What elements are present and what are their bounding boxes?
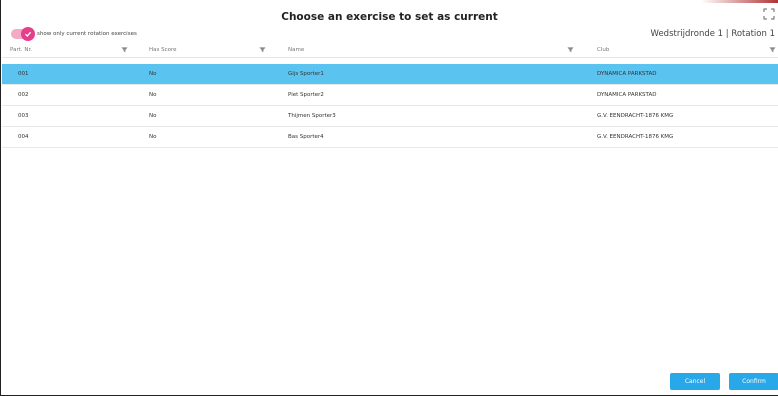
table-row[interactable]: 001 No Gijs Sporter1 DYNAMICA PARKSTAD bbox=[2, 64, 778, 85]
name-cell: Bas Sporter4 bbox=[288, 134, 324, 140]
part-nr-cell: 001 bbox=[18, 71, 29, 77]
table-row[interactable]: 002 No Piet Sporter2 DYNAMICA PARKSTAD bbox=[2, 85, 778, 106]
filter-icon[interactable] bbox=[567, 46, 574, 53]
has-score-cell: No bbox=[149, 71, 157, 77]
has-score-cell: No bbox=[149, 134, 157, 140]
club-cell: DYNAMICA PARKSTAD bbox=[597, 71, 657, 77]
part-nr-cell: 002 bbox=[18, 92, 29, 98]
club-cell: G.V. EENDRACHT-1876 KMG bbox=[597, 113, 674, 119]
has-score-cell: No bbox=[149, 92, 157, 98]
filter-icon[interactable] bbox=[121, 46, 128, 53]
rotation-filter-toggle-row: show only current rotation exercises bbox=[11, 27, 137, 41]
name-cell: Thijmen Sporter3 bbox=[288, 113, 336, 119]
top-border bbox=[1, 0, 778, 3]
name-cell: Piet Sporter2 bbox=[288, 92, 324, 98]
dialog-title: Choose an exercise to set as current bbox=[281, 11, 498, 23]
cancel-button[interactable]: Cancel bbox=[670, 373, 720, 390]
exercise-dialog: Choose an exercise to set as current sho… bbox=[0, 0, 778, 396]
column-header-club[interactable]: Club bbox=[597, 43, 609, 57]
toggle-knob bbox=[21, 27, 35, 41]
has-score-cell: No bbox=[149, 113, 157, 119]
club-cell: DYNAMICA PARKSTAD bbox=[597, 92, 657, 98]
filter-icon[interactable] bbox=[259, 46, 266, 53]
table-header: Part. Nr. Has Score Name Club bbox=[2, 43, 778, 58]
toggle-label: show only current rotation exercises bbox=[37, 31, 137, 37]
rotation-filter-toggle[interactable] bbox=[11, 27, 35, 41]
confirm-button[interactable]: Confirm bbox=[729, 373, 778, 390]
expand-icon[interactable] bbox=[763, 8, 775, 20]
name-cell: Gijs Sporter1 bbox=[288, 71, 324, 77]
rotation-context: Wedstrijdronde 1 | Rotation 1 bbox=[650, 29, 775, 39]
column-header-part-nr[interactable]: Part. Nr. bbox=[10, 43, 32, 57]
part-nr-cell: 004 bbox=[18, 134, 29, 140]
column-header-name[interactable]: Name bbox=[288, 43, 304, 57]
part-nr-cell: 003 bbox=[18, 113, 29, 119]
table-row[interactable]: 004 No Bas Sporter4 G.V. EENDRACHT-1876 … bbox=[2, 127, 778, 148]
check-icon bbox=[25, 31, 32, 37]
filter-icon[interactable] bbox=[769, 46, 776, 53]
table-row[interactable]: 003 No Thijmen Sporter3 G.V. EENDRACHT-1… bbox=[2, 106, 778, 127]
club-cell: G.V. EENDRACHT-1876 KMG bbox=[597, 134, 674, 140]
column-header-has-score[interactable]: Has Score bbox=[149, 43, 177, 57]
